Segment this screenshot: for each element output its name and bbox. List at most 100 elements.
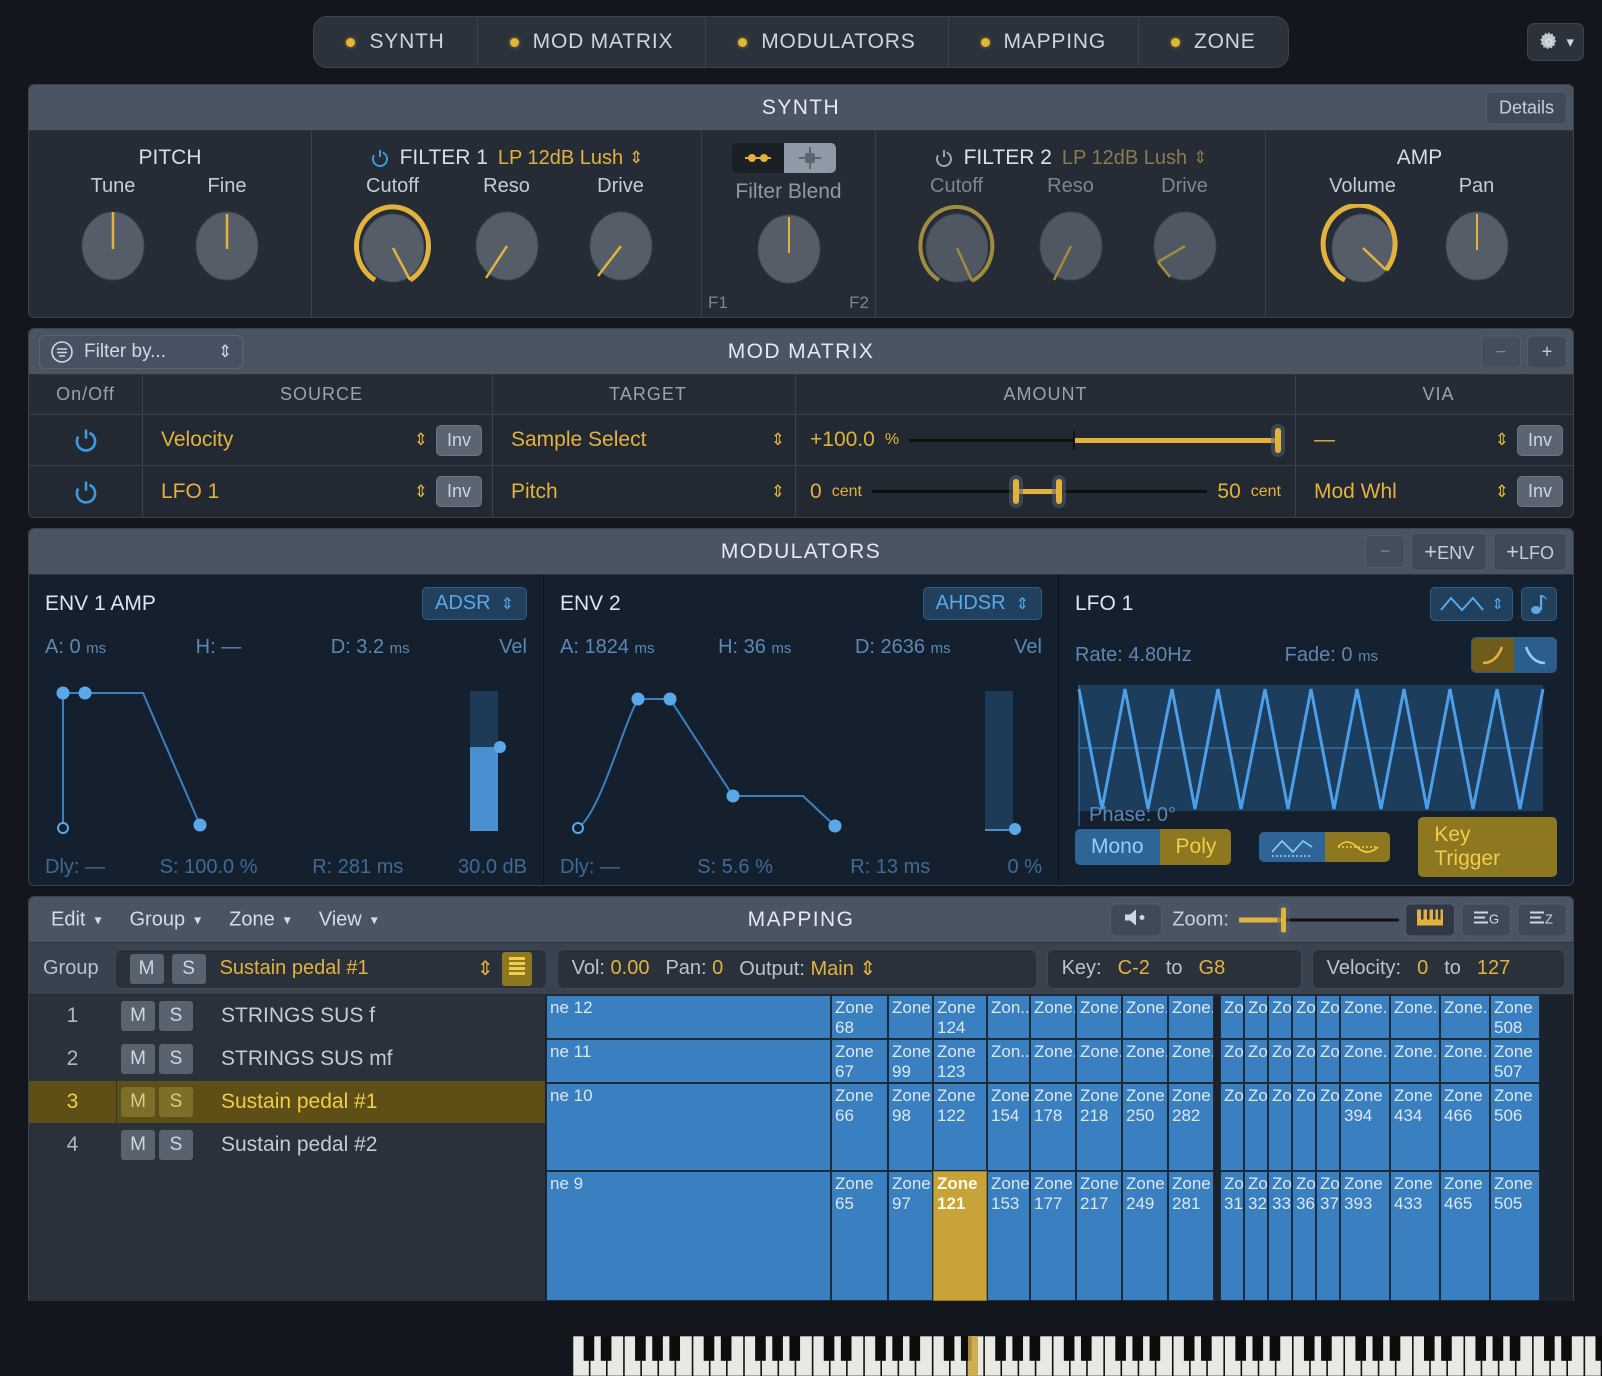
add-lfo-button[interactable]: +LFO [1493,533,1567,571]
zone-cell[interactable]: Zone 249 [1122,1171,1168,1301]
knob-filter2-cutoff[interactable]: Cutoff [900,175,1014,282]
knob-dial[interactable] [750,209,828,287]
row-target-select[interactable]: Sample Select ⇕ [493,415,796,465]
zone-cell[interactable]: Zone 122 [933,1083,987,1171]
env1-release[interactable]: R: 281 ms [312,856,403,879]
remove-modulator-button[interactable]: − [1365,535,1405,568]
slider-track[interactable] [872,490,1207,493]
group-solo-button[interactable]: S [159,1044,193,1074]
zone-cell[interactable]: Zone 124 [933,995,987,1039]
knob-dial[interactable] [1146,204,1224,282]
filter1-type-select[interactable]: LP 12dB Lush ⇕ [498,147,644,170]
env1-hold[interactable]: H: — [196,636,242,659]
knob-dial[interactable] [582,204,660,282]
group-pan[interactable]: Pan: 0 [665,957,723,980]
details-button[interactable]: Details [1486,91,1567,124]
remove-row-button[interactable]: − [1481,335,1521,368]
zone-cell[interactable]: Zone... [1440,995,1490,1039]
zone-cell[interactable]: Zone 506 [1490,1083,1540,1171]
knob-dial[interactable] [188,204,266,282]
row-via-select[interactable]: Mod Whl ⇕ Inv [1296,466,1573,517]
zone-cell[interactable]: Zone 282 [1168,1083,1214,1171]
knob-dial[interactable] [1032,204,1110,282]
zone-cell[interactable]: Zo... [1244,995,1268,1039]
lfo-step-icon[interactable] [1259,832,1325,862]
zone-cell[interactable]: Zone 37... [1316,1171,1340,1301]
zone-grid[interactable]: ne 12Zone 68Zone...Zone 124Zon...Zone...… [546,995,1573,1301]
tab-mod-matrix[interactable]: MOD MATRIX [478,17,707,67]
zone-cell[interactable]: Zone... [1076,1039,1122,1083]
lfo1-rate[interactable]: Rate: 4.80Hz [1075,644,1192,667]
view-group-list-button[interactable]: G [1461,903,1511,936]
group-list-item[interactable]: 2 M S STRINGS SUS mf [29,1038,545,1081]
zone-cell[interactable]: Zone 433 [1390,1171,1440,1301]
zone-cell[interactable]: Zone... [1220,1083,1244,1171]
list-icon[interactable] [502,952,532,986]
source-invert-button[interactable]: Inv [436,476,482,507]
zone-cell[interactable]: Zo... [1220,995,1244,1039]
menu-group[interactable]: Group▾ [118,904,214,935]
group-mute-button[interactable]: M [121,1087,155,1117]
zone-cell[interactable]: Zone... [1390,1039,1440,1083]
zone-cell[interactable]: Zone 99 [888,1039,933,1083]
filter2-type-select[interactable]: LP 12dB Lush ⇕ [1062,147,1208,170]
parallel-icon[interactable] [784,143,836,173]
zone-cell[interactable]: Zone 177 [1030,1171,1076,1301]
zone-cell[interactable]: Zon... [987,995,1030,1039]
group-velocity-range[interactable]: Velocity: 0 to 127 [1312,949,1565,989]
knob-filter1-cutoff[interactable]: Cutoff [336,175,450,282]
knob-filter-blend[interactable] [732,209,846,287]
zone-cell[interactable]: Zone 32... [1244,1171,1268,1301]
lfo1-key-trigger-button[interactable]: Key Trigger [1418,817,1557,877]
zone-cell[interactable]: ne 10 [546,1083,831,1171]
row-target-select[interactable]: Pitch ⇕ [493,466,796,517]
zone-cell[interactable]: Zone 154 [987,1083,1030,1171]
zone-cell[interactable]: Zone 466 [1440,1083,1490,1171]
zone-cell-selected[interactable]: Zone 121 [933,1171,987,1301]
zone-cell[interactable]: Zone... [1122,1039,1168,1083]
knob-tune[interactable]: Tune [56,175,170,282]
zone-cell[interactable]: Zone 65 [831,1171,888,1301]
env1-mode-select[interactable]: ADSR ⇕ [422,587,527,620]
group-volume[interactable]: Vol: 0.00 [572,957,650,980]
zone-cell[interactable]: Zo... [1244,1039,1268,1083]
env1-delay[interactable]: Dly: — [45,856,105,879]
env2-release[interactable]: R: 13 ms [850,856,930,879]
group-name-field[interactable]: M S Sustain pedal #1 ⇕ [115,949,547,989]
lfo1-fade[interactable]: Fade: 0 ms [1285,644,1378,667]
group-solo-button[interactable]: S [159,1087,193,1117]
view-zone-list-button[interactable]: Z [1517,903,1567,936]
zone-cell[interactable]: Zone 67 [831,1039,888,1083]
lfo1-mono-poly-toggle[interactable]: Mono Poly [1075,829,1231,865]
menu-zone[interactable]: Zone▾ [217,904,303,935]
zone-cell[interactable]: Zone 66 [831,1083,888,1171]
add-row-button[interactable]: + [1527,335,1567,368]
menu-view[interactable]: View▾ [307,904,390,935]
group-mute-button[interactable]: M [130,954,164,984]
zone-cell[interactable]: Zo... [1292,995,1316,1039]
zone-cell[interactable]: Zone... [1390,995,1440,1039]
add-env-button[interactable]: +ENV [1411,533,1487,571]
zone-cell[interactable]: Zo... [1316,995,1340,1039]
zone-cell[interactable]: Zone... [1076,995,1122,1039]
group-solo-button[interactable]: S [159,1130,193,1160]
env1-graph[interactable] [45,663,515,845]
group-key-range[interactable]: Key: C-2 to G8 [1047,949,1302,989]
zone-cell[interactable]: Zone... [1340,995,1390,1039]
lfo1-waveform-display[interactable]: Phase: 0° [1075,683,1557,833]
env2-sustain[interactable]: S: 5.6 % [697,856,773,879]
zone-cell[interactable]: ne 12 [546,995,831,1039]
lfo1-poly-button[interactable]: Poly [1160,829,1232,865]
env2-attack[interactable]: A: 1824 ms [560,636,655,659]
lfo1-wave-select[interactable]: ⇕ [1430,587,1513,621]
knob-volume[interactable]: Volume [1306,175,1420,282]
env2-graph[interactable] [560,663,1030,845]
slider-track[interactable] [909,439,1281,442]
zone-cell[interactable]: Zone 98 [888,1083,933,1171]
zone-cell[interactable]: Zo... [1292,1039,1316,1083]
zone-cell[interactable]: Zone... [1122,995,1168,1039]
group-list-item[interactable]: 4 M S Sustain pedal #2 [29,1124,545,1167]
zone-cell[interactable]: Zone... [1316,1083,1340,1171]
zone-cell[interactable]: Zone 281 [1168,1171,1214,1301]
row-via-select[interactable]: — ⇕ Inv [1296,415,1573,465]
